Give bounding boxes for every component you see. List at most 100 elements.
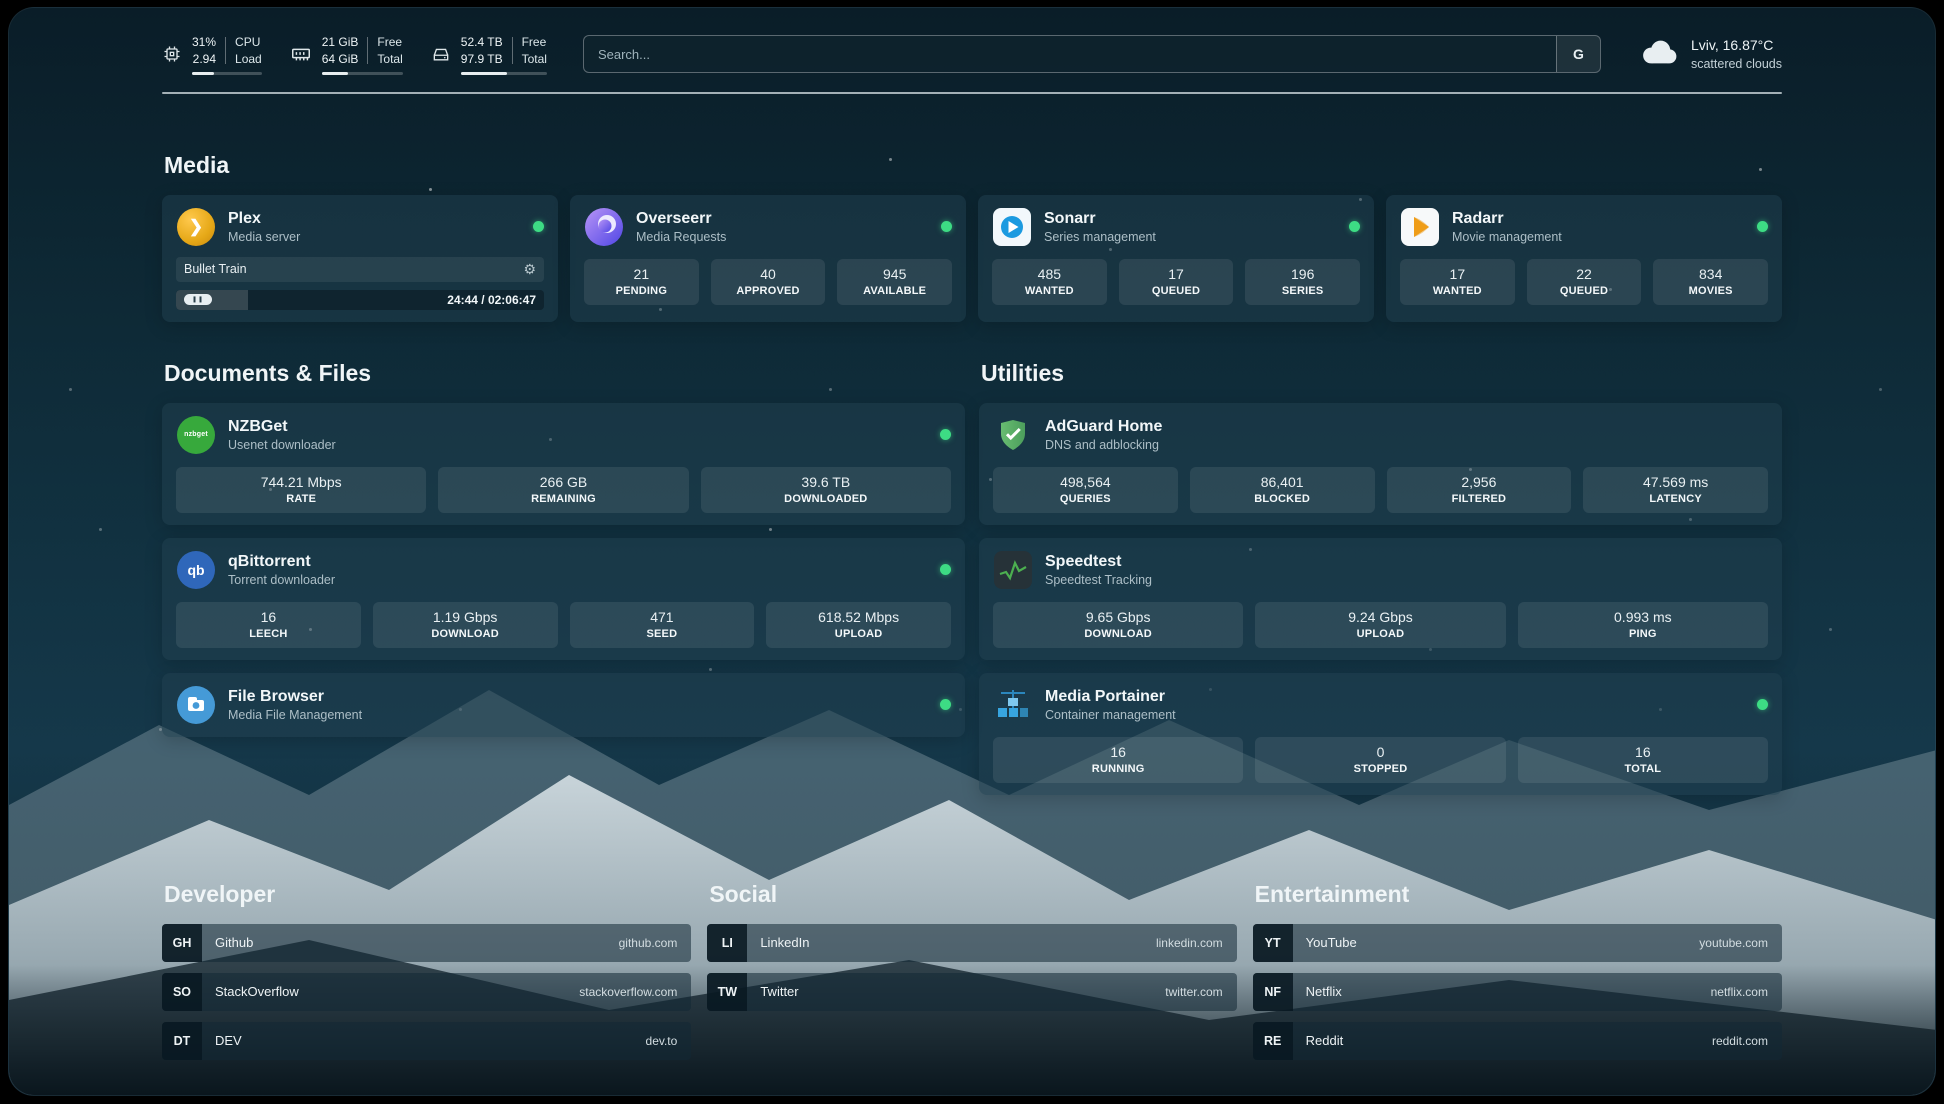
ram-free-label: Free — [377, 34, 402, 51]
app-subtitle: Movie management — [1452, 230, 1562, 244]
weather-widget: Lviv, 16.87°C scattered clouds — [1637, 35, 1782, 73]
reddit-abbr-icon: RE — [1253, 1022, 1293, 1060]
stat-approved: 40 APPROVED — [711, 259, 826, 305]
cpu-progress-fill — [192, 72, 214, 75]
app-card-adguard[interactable]: AdGuard Home DNS and adblocking 498,564 … — [979, 403, 1782, 525]
pause-button[interactable]: ❚❚ — [184, 294, 212, 305]
app-subtitle: Media File Management — [228, 708, 362, 722]
stat-queries: 498,564 QUERIES — [993, 467, 1178, 513]
netflix-abbr-icon: NF — [1253, 973, 1293, 1011]
search-engine-button[interactable]: G — [1556, 36, 1600, 72]
search-input[interactable] — [584, 36, 1556, 72]
radarr-icon — [1400, 207, 1440, 247]
app-subtitle: Usenet downloader — [228, 438, 336, 452]
qbittorrent-icon: qb — [176, 550, 216, 590]
status-dot — [1757, 221, 1768, 232]
cpu-label: CPU — [235, 34, 262, 51]
stat-ping: 0.993 ms PING — [1518, 602, 1768, 648]
cpu-load-label: Load — [235, 51, 262, 68]
app-card-sonarr[interactable]: Sonarr Series management 485 WANTED 17 Q… — [978, 195, 1374, 322]
status-dot — [941, 221, 952, 232]
stat-leech: 16 LEECH — [176, 602, 361, 648]
disk-total-value: 97.9 TB — [461, 51, 503, 68]
ram-progress-fill — [322, 72, 349, 75]
now-playing-row: Bullet Train ⚙ — [176, 257, 544, 282]
media-heading: Media — [164, 152, 1782, 179]
cpu-widget: 31% 2.94 CPU Load — [162, 34, 262, 75]
cloud-icon — [1637, 37, 1679, 72]
plex-icon: ❯ — [176, 207, 216, 247]
dev-abbr-icon: DT — [162, 1022, 202, 1060]
portainer-icon — [993, 685, 1033, 725]
social-heading: Social — [709, 881, 1236, 908]
status-dot — [533, 221, 544, 232]
developer-heading: Developer — [164, 881, 691, 908]
app-card-filebrowser[interactable]: File Browser Media File Management — [162, 673, 965, 737]
app-name: Plex — [228, 210, 300, 228]
bookmark-dev[interactable]: DT DEV dev.to — [162, 1022, 691, 1060]
bookmark-netflix[interactable]: NF Netflix netflix.com — [1253, 973, 1782, 1011]
app-subtitle: Media Requests — [636, 230, 726, 244]
stat-seed: 471 SEED — [570, 602, 755, 648]
speedtest-icon — [993, 550, 1033, 590]
utilities-heading: Utilities — [981, 360, 1782, 387]
settings-gear-icon[interactable]: ⚙ — [523, 261, 536, 278]
disk-widget: 52.4 TB 97.9 TB Free Total — [431, 34, 547, 75]
bookmark-stackoverflow[interactable]: SO StackOverflow stackoverflow.com — [162, 973, 691, 1011]
stat-stopped: 0 STOPPED — [1255, 737, 1505, 783]
pause-icon: ❚❚ — [192, 297, 204, 303]
bookmark-linkedin[interactable]: LI LinkedIn linkedin.com — [707, 924, 1236, 962]
weather-condition: scattered clouds — [1691, 55, 1782, 73]
stat-rate: 744.21 Mbps RATE — [176, 467, 426, 513]
ram-total-value: 64 GiB — [322, 51, 359, 68]
plex-progress-bar[interactable]: ❚❚ 24:44 / 02:06:47 — [176, 290, 544, 310]
cpu-progress-track — [192, 72, 262, 75]
stat-remaining: 266 GB REMAINING — [438, 467, 688, 513]
adguard-icon — [993, 415, 1033, 455]
app-card-overseerr[interactable]: Overseerr Media Requests 21 PENDING 40 A… — [570, 195, 966, 322]
nzbget-icon: nzbget — [176, 415, 216, 455]
bookmark-github[interactable]: GH Github github.com — [162, 924, 691, 962]
app-name: Overseerr — [636, 210, 726, 228]
ram-total-label: Total — [377, 51, 402, 68]
divider — [512, 37, 513, 64]
entertainment-heading: Entertainment — [1255, 881, 1782, 908]
app-name: Sonarr — [1044, 210, 1156, 228]
app-card-speedtest[interactable]: Speedtest Speedtest Tracking 9.65 Gbps D… — [979, 538, 1782, 660]
status-dot — [1349, 221, 1360, 232]
stat-latency: 47.569 ms LATENCY — [1583, 467, 1768, 513]
stat-queued: 17 QUEUED — [1119, 259, 1234, 305]
github-abbr-icon: GH — [162, 924, 202, 962]
bookmark-reddit[interactable]: RE Reddit reddit.com — [1253, 1022, 1782, 1060]
search-bar: G — [583, 35, 1601, 73]
stat-downloaded: 39.6 TB DOWNLOADED — [701, 467, 951, 513]
disk-total-label: Total — [522, 51, 547, 68]
stat-queued: 22 QUEUED — [1527, 259, 1642, 305]
stackoverflow-abbr-icon: SO — [162, 973, 202, 1011]
cpu-load-value: 2.94 — [193, 51, 216, 68]
now-playing-title: Bullet Train — [184, 262, 247, 276]
stat-blocked: 86,401 BLOCKED — [1190, 467, 1375, 513]
ram-free-value: 21 GiB — [322, 34, 359, 51]
playback-time: 24:44 / 02:06:47 — [447, 293, 536, 307]
status-dot — [1757, 699, 1768, 710]
overseerr-icon — [584, 207, 624, 247]
section-utilities: Utilities AdGuard Home DNS and adblockin… — [979, 360, 1782, 795]
app-card-portainer[interactable]: Media Portainer Container management 16 … — [979, 673, 1782, 795]
app-card-plex[interactable]: ❯ Plex Media server Bullet Train ⚙ — [162, 195, 558, 322]
stat-running: 16 RUNNING — [993, 737, 1243, 783]
stat-upload: 618.52 Mbps UPLOAD — [766, 602, 951, 648]
stat-available: 945 AVAILABLE — [837, 259, 952, 305]
dashboard-window: 31% 2.94 CPU Load — [8, 7, 1936, 1096]
bookmark-twitter[interactable]: TW Twitter twitter.com — [707, 973, 1236, 1011]
bookmark-youtube[interactable]: YT YouTube youtube.com — [1253, 924, 1782, 962]
twitter-abbr-icon: TW — [707, 973, 747, 1011]
app-card-radarr[interactable]: Radarr Movie management 17 WANTED 22 QUE… — [1386, 195, 1782, 322]
app-name: Media Portainer — [1045, 688, 1176, 706]
app-card-qbittorrent[interactable]: qb qBittorrent Torrent downloader 16 LEE… — [162, 538, 965, 660]
header-divider — [162, 92, 1782, 94]
disk-free-label: Free — [522, 34, 547, 51]
linkedin-abbr-icon: LI — [707, 924, 747, 962]
app-card-nzbget[interactable]: nzbget NZBGet Usenet downloader 744.21 M… — [162, 403, 965, 525]
stat-download: 9.65 Gbps DOWNLOAD — [993, 602, 1243, 648]
